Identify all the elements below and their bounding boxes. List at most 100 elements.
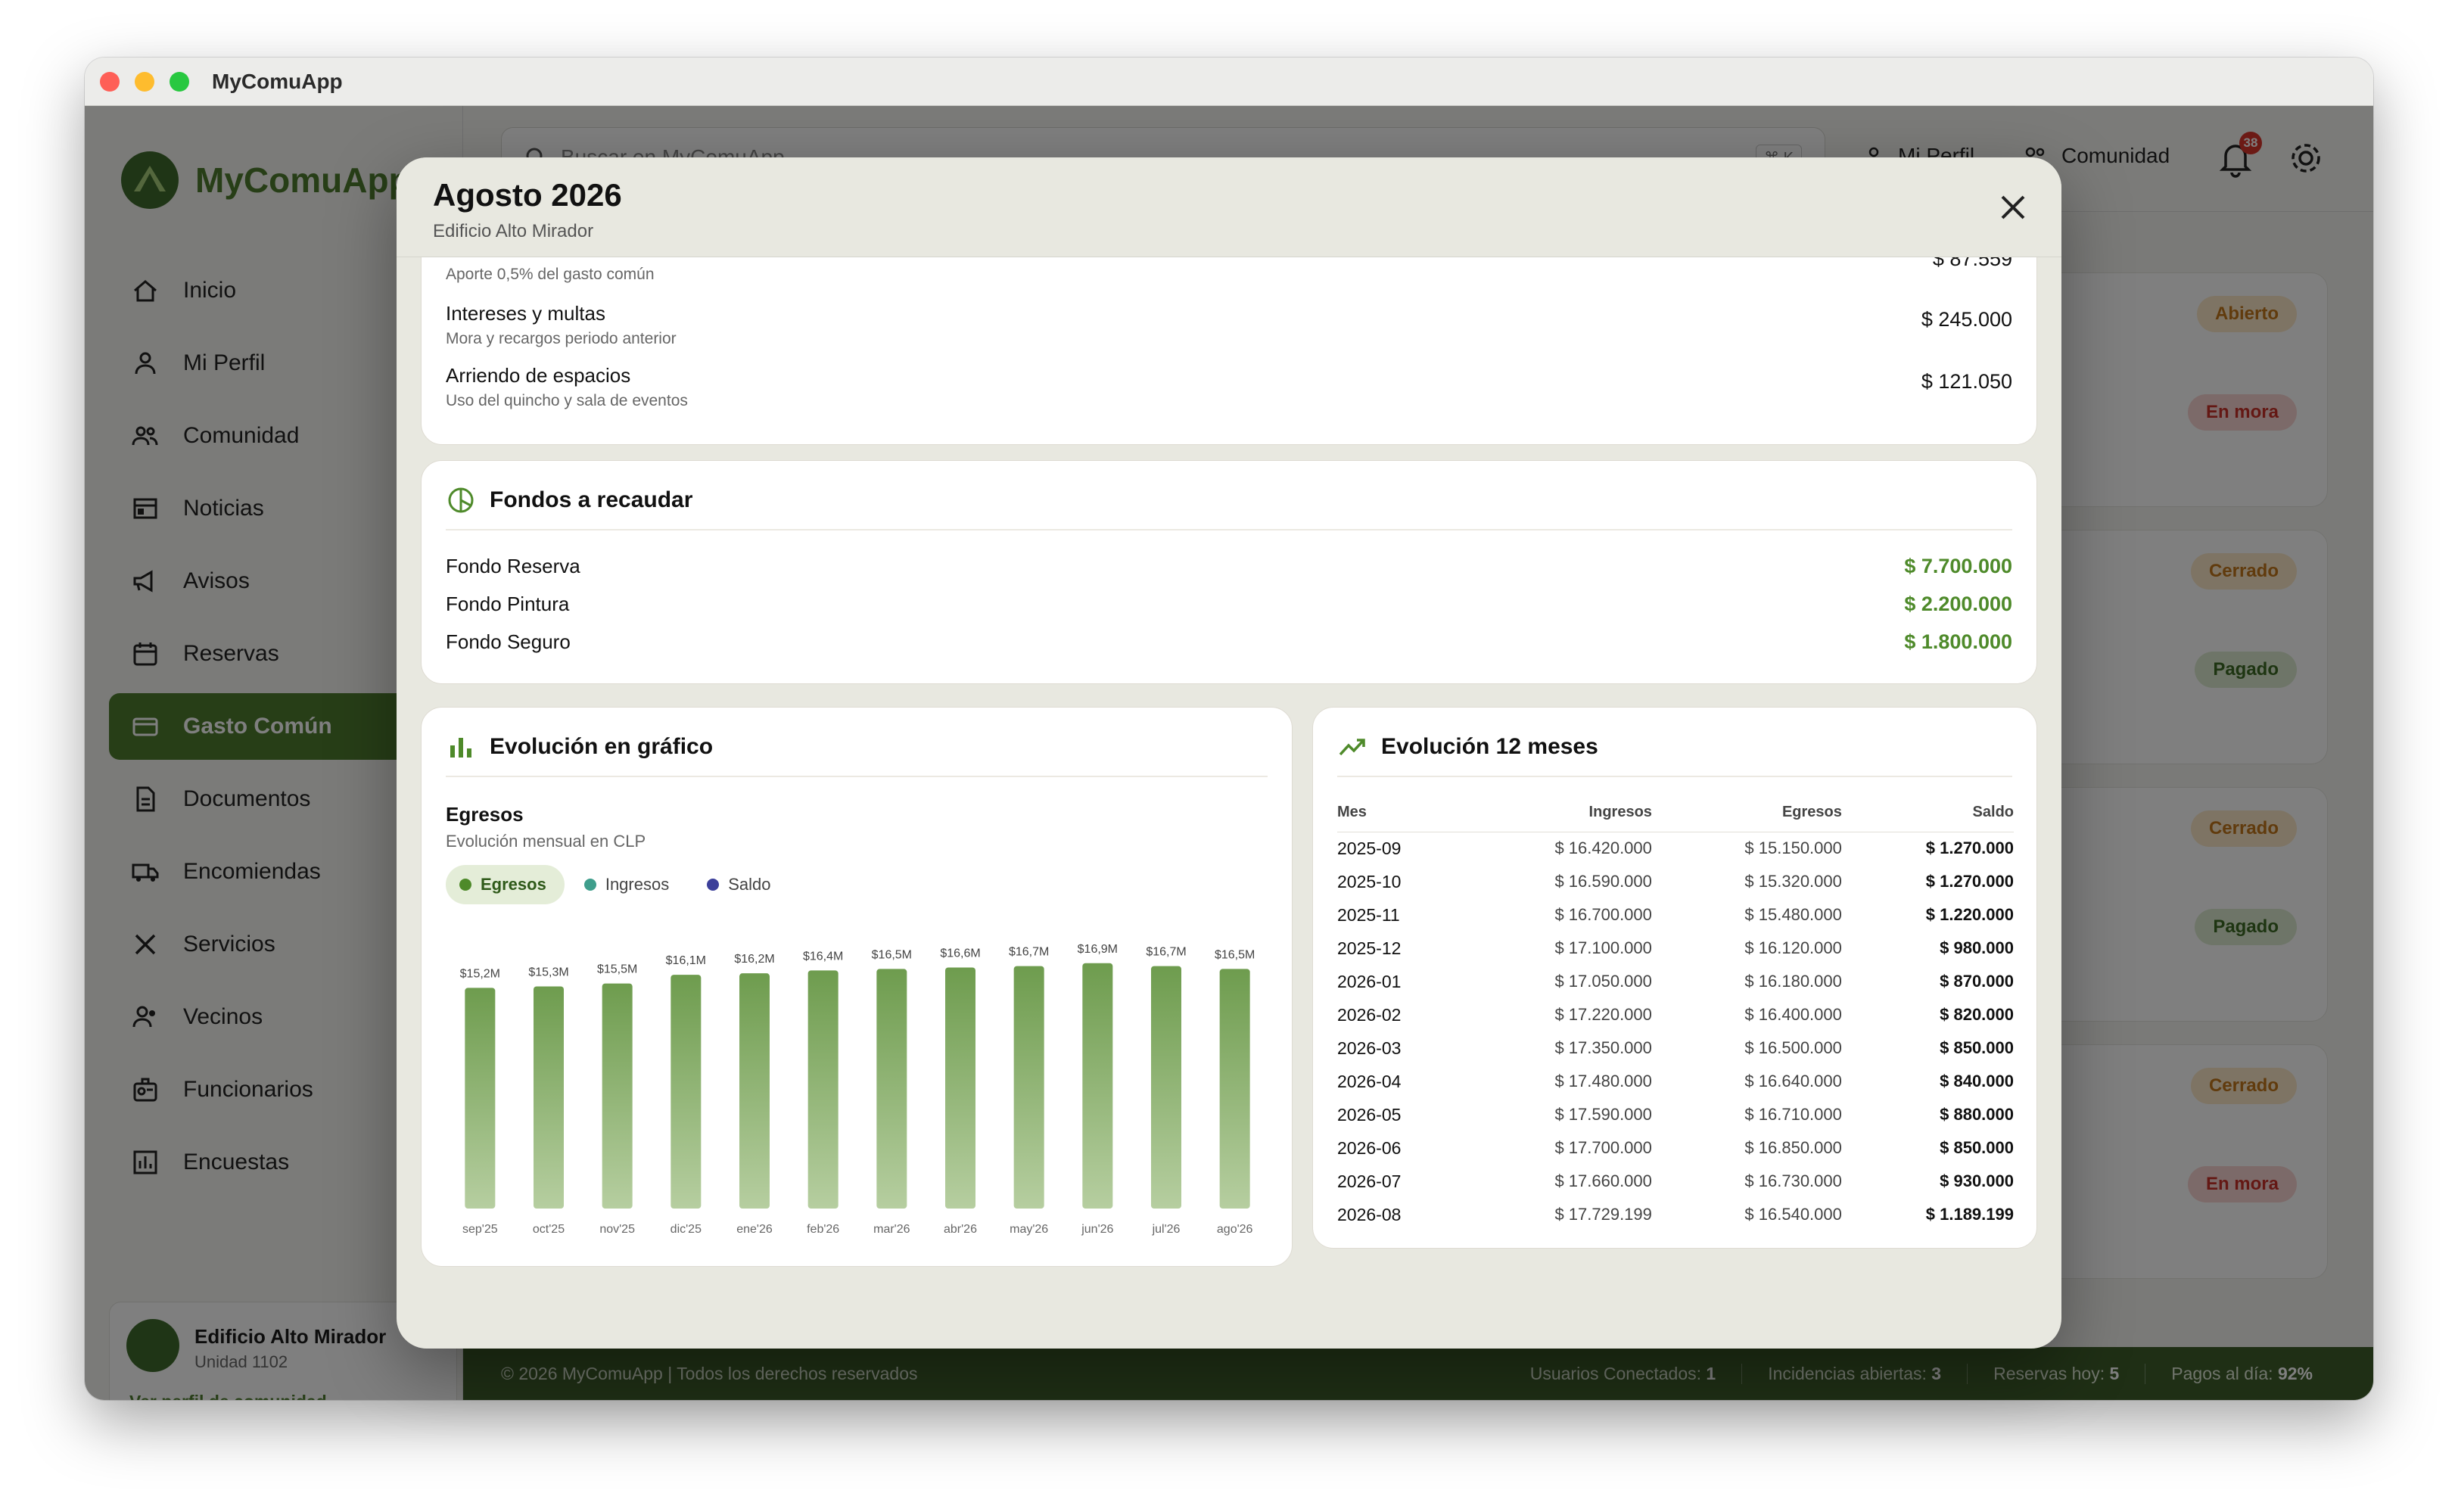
bar-5[interactable] (807, 970, 839, 1209)
table-cell: $ 17.590.000 (1554, 1105, 1652, 1124)
table-row: 2026-03 $ 17.350.000 $ 16.500.000 $ 850.000 (1337, 1031, 2014, 1065)
title-bar: MyComuApp (85, 58, 2373, 106)
bar-7[interactable] (945, 967, 975, 1209)
table-cell: $ 850.000 (1940, 1138, 2014, 1157)
close-window-button[interactable] (100, 72, 120, 92)
x-tick-label: nov'25 (599, 1223, 635, 1236)
bar-value-label: $15,2M (460, 967, 500, 980)
x-tick-label: jun'26 (1081, 1223, 1113, 1236)
income-row-desc: Mora y recargos periodo anterior (446, 330, 677, 347)
table-row: 2025-10 $ 16.590.000 $ 15.320.000 $ 1.270.0… (1337, 865, 2014, 898)
bar-value-label: $16,7M (1009, 946, 1049, 959)
funds-title: Fondos a recaudar (490, 487, 693, 512)
minimize-window-button[interactable] (135, 72, 154, 92)
income-row-label: Arriendo de espacios (446, 364, 631, 387)
table-row: 2026-04 $ 17.480.000 $ 16.640.000 $ 840.000 (1337, 1065, 2014, 1098)
table-cell: $ 16.540.000 (1744, 1205, 1842, 1224)
bar-chart-icon (450, 738, 471, 758)
table-header: Saldo (1841, 794, 2014, 832)
table-cell: 2025-11 (1337, 904, 1400, 925)
x-tick-label: may'26 (1010, 1223, 1048, 1236)
table-cell: $ 820.000 (1940, 1005, 2014, 1024)
legend-ingresos[interactable]: Ingresos (571, 865, 687, 904)
table-cell: $ 850.000 (1940, 1038, 2014, 1057)
x-tick-label: dic'25 (671, 1223, 702, 1236)
bar-2[interactable] (602, 983, 633, 1209)
income-row: Arriendo de espacios Uso del quincho y s… (446, 364, 2012, 410)
table-cell: $ 15.480.000 (1744, 905, 1842, 924)
bar-8[interactable] (1013, 966, 1044, 1209)
income-row-value: $ 121.050 (1921, 370, 2012, 393)
table-row: 2026-07 $ 17.660.000 $ 16.730.000 $ 930.000 (1337, 1165, 2014, 1198)
income-row: Aporte 0,5% del gasto común $ 87.559 (446, 247, 2012, 284)
fund-name: Fondo Pintura (446, 593, 570, 615)
table-cell: $ 16.180.000 (1744, 972, 1842, 991)
bar-6[interactable] (876, 969, 907, 1209)
table-cell: 2026-05 (1337, 1104, 1402, 1125)
fund-row: Fondo Seguro $ 1.800.000 (446, 630, 2012, 661)
bar-value-label: $16,6M (940, 947, 980, 960)
table-cell: $ 1.189.199 (1925, 1205, 2014, 1224)
legend-egresos[interactable]: Egresos (446, 865, 565, 904)
table-header: Mes (1337, 794, 1462, 832)
chart-title: Egresos (446, 803, 524, 826)
funds-header: Fondos a recaudar (446, 485, 2012, 530)
legend-dot (459, 879, 471, 891)
x-tick-label: ago'26 (1217, 1223, 1253, 1236)
table-cell: $ 16.420.000 (1554, 838, 1652, 858)
bar-value-label: $16,7M (1146, 946, 1186, 959)
bar-0[interactable] (465, 988, 496, 1209)
close-icon[interactable] (1996, 191, 2030, 224)
trending-up-icon (1339, 739, 1365, 756)
evolution-table: Mes Ingresos Egresos Saldo 2025-09 $ 16.420.… (1337, 794, 2014, 1231)
bar-10[interactable] (1151, 966, 1181, 1209)
bar-11[interactable] (1219, 969, 1250, 1209)
fund-value: $ 2.200.000 (1904, 593, 2012, 615)
window-title: MyComuApp (212, 70, 343, 93)
x-tick-label: feb'26 (807, 1223, 839, 1236)
zoom-window-button[interactable] (170, 72, 189, 92)
table-cell: $ 1.270.000 (1925, 838, 2014, 858)
legend-label: Ingresos (605, 875, 670, 894)
bar-3[interactable] (671, 975, 702, 1209)
table-cell: $ 17.660.000 (1554, 1171, 1652, 1190)
table-header-row: Mes Ingresos Egresos Saldo (1337, 794, 2014, 832)
egresos-bar-chart: $15,2M sep'25 $15,3M oct'25 $15,5M nov'25 $16,… (460, 943, 1255, 1236)
table-card: Evolución 12 meses Mes Ingresos Egresos Sal… (1312, 707, 2037, 1249)
modal-header: Agosto 2026 Edificio Alto Mirador (397, 157, 2061, 257)
table-cell: $ 1.270.000 (1925, 872, 2014, 891)
table-cell: $ 870.000 (1940, 972, 2014, 991)
legend-saldo[interactable]: Saldo (693, 865, 789, 904)
chart-card-header: Evolución en gráfico (446, 732, 1268, 777)
table-cell: $ 1.220.000 (1925, 905, 2014, 924)
bar-9[interactable] (1082, 963, 1113, 1209)
funds-card: Fondos a recaudar Fondo Reserva $ 7.700.… (421, 460, 2037, 684)
table-card-title: Evolución 12 meses (1381, 734, 1598, 759)
table-cell: $ 16.700.000 (1554, 905, 1652, 924)
bar-1[interactable] (534, 986, 564, 1209)
table-cell: $ 930.000 (1940, 1171, 2014, 1190)
table-cell: 2026-02 (1337, 1004, 1402, 1025)
bar-value-label: $15,3M (528, 966, 568, 978)
table-cell: 2025-12 (1337, 938, 1402, 958)
modal-subtitle: Edificio Alto Mirador (433, 221, 594, 241)
fund-name: Fondo Seguro (446, 630, 571, 653)
table-cell: $ 880.000 (1940, 1105, 2014, 1124)
table-cell: $ 16.640.000 (1744, 1072, 1842, 1090)
table-row: 2026-06 $ 17.700.000 $ 16.850.000 $ 850.000 (1337, 1131, 2014, 1165)
bar-value-label: $16,5M (1215, 948, 1255, 961)
table-row: 2025-11 $ 16.700.000 $ 15.480.000 $ 1.220.0… (1337, 898, 2014, 932)
fund-row: Fondo Pintura $ 2.200.000 (446, 593, 2012, 623)
table-cell: $ 16.120.000 (1744, 938, 1842, 957)
table-row: 2025-12 $ 17.100.000 $ 16.120.000 $ 980.000 (1337, 932, 2014, 965)
table-cell: $ 16.730.000 (1744, 1171, 1842, 1190)
x-tick-label: jul'26 (1152, 1223, 1181, 1236)
legend-label: Egresos (481, 875, 546, 894)
table-cell: $ 17.729.199 (1554, 1205, 1652, 1224)
bar-value-label: $16,4M (803, 950, 843, 963)
table-row: 2026-08 $ 17.729.199 $ 16.540.000 $ 1.189.1… (1337, 1198, 2014, 1231)
bar-value-label: $16,2M (734, 953, 774, 966)
bar-4[interactable] (739, 973, 770, 1209)
fund-name: Fondo Reserva (446, 555, 580, 577)
x-tick-label: ene'26 (736, 1223, 773, 1236)
